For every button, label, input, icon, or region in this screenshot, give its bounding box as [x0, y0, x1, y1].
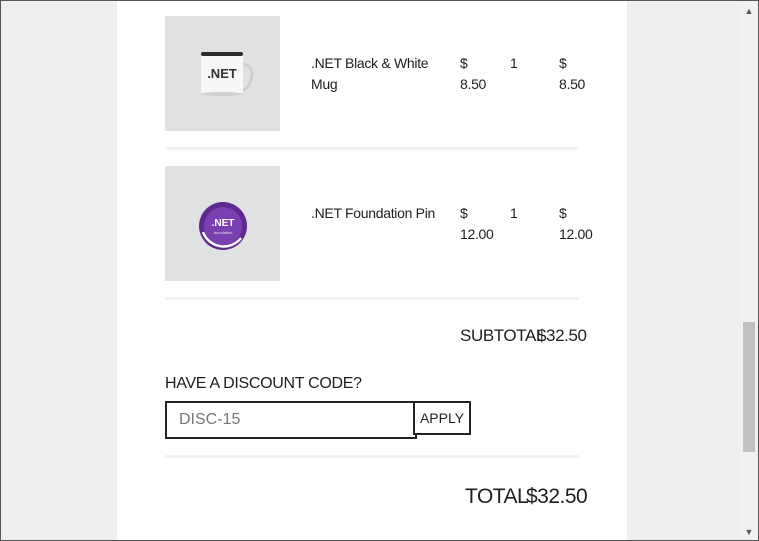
quantity: 1	[510, 55, 518, 71]
unit-price: $ 12.00	[460, 203, 494, 245]
subtotal-label: SUBTOTAL	[460, 326, 545, 345]
discount-label: HAVE A DISCOUNT CODE?	[165, 375, 362, 392]
row-divider	[165, 147, 579, 150]
line-total-value: 8.50	[559, 76, 586, 92]
discount-code-input[interactable]	[165, 401, 417, 439]
product-name-line2: Mug	[311, 76, 338, 92]
unit-price-value: 12.00	[460, 226, 494, 242]
scroll-down-arrow-icon[interactable]: ▼	[744, 527, 754, 537]
product-name-line1: .NET Black & White	[311, 55, 429, 71]
product-name[interactable]: .NET Black & White Mug	[311, 53, 429, 95]
total-divider	[165, 455, 579, 458]
quantity: 1	[510, 205, 518, 221]
pin-logo-text: .NET	[212, 218, 235, 229]
scroll-up-arrow-icon[interactable]: ▲	[744, 6, 754, 16]
total-label: TOTAL	[465, 485, 529, 508]
mug-icon: .NET	[165, 16, 280, 131]
pin-logo-subtext: foundation	[214, 230, 233, 235]
product-image-mug[interactable]: .NET	[165, 16, 280, 131]
cart-panel: .NET .NET Black & White Mug $ 8.50 1 $ 8…	[117, 1, 627, 540]
product-image-pin[interactable]: .NET foundation	[165, 166, 280, 281]
product-name[interactable]: .NET Foundation Pin	[311, 203, 435, 224]
cart-row: .NET .NET Black & White Mug $ 8.50 1 $ 8…	[165, 16, 585, 131]
mug-logo-text: .NET	[207, 66, 237, 81]
cart-row: .NET foundation .NET Foundation Pin $ 12…	[165, 166, 593, 281]
line-total-value: 12.00	[559, 226, 593, 242]
currency-symbol: $	[460, 205, 468, 221]
apply-discount-button[interactable]: APPLY	[413, 401, 471, 435]
vertical-scrollbar[interactable]: ▲ ▼	[741, 2, 757, 540]
currency-symbol: $	[460, 55, 468, 71]
total-value: $32.50	[526, 485, 588, 508]
product-name-line1: .NET Foundation Pin	[311, 205, 436, 221]
pin-icon: .NET foundation	[165, 166, 280, 281]
currency-symbol: $	[559, 55, 567, 71]
scrollbar-thumb[interactable]	[743, 322, 755, 452]
unit-price-value: 8.50	[460, 76, 487, 92]
row-divider	[165, 297, 579, 300]
browser-viewport: .NET .NET Black & White Mug $ 8.50 1 $ 8…	[0, 0, 759, 541]
subtotal-value: $32.50	[537, 326, 587, 345]
line-total: $ 12.00	[559, 203, 593, 245]
unit-price: $ 8.50	[460, 53, 486, 95]
line-total: $ 8.50	[559, 53, 585, 95]
currency-symbol: $	[559, 205, 567, 221]
